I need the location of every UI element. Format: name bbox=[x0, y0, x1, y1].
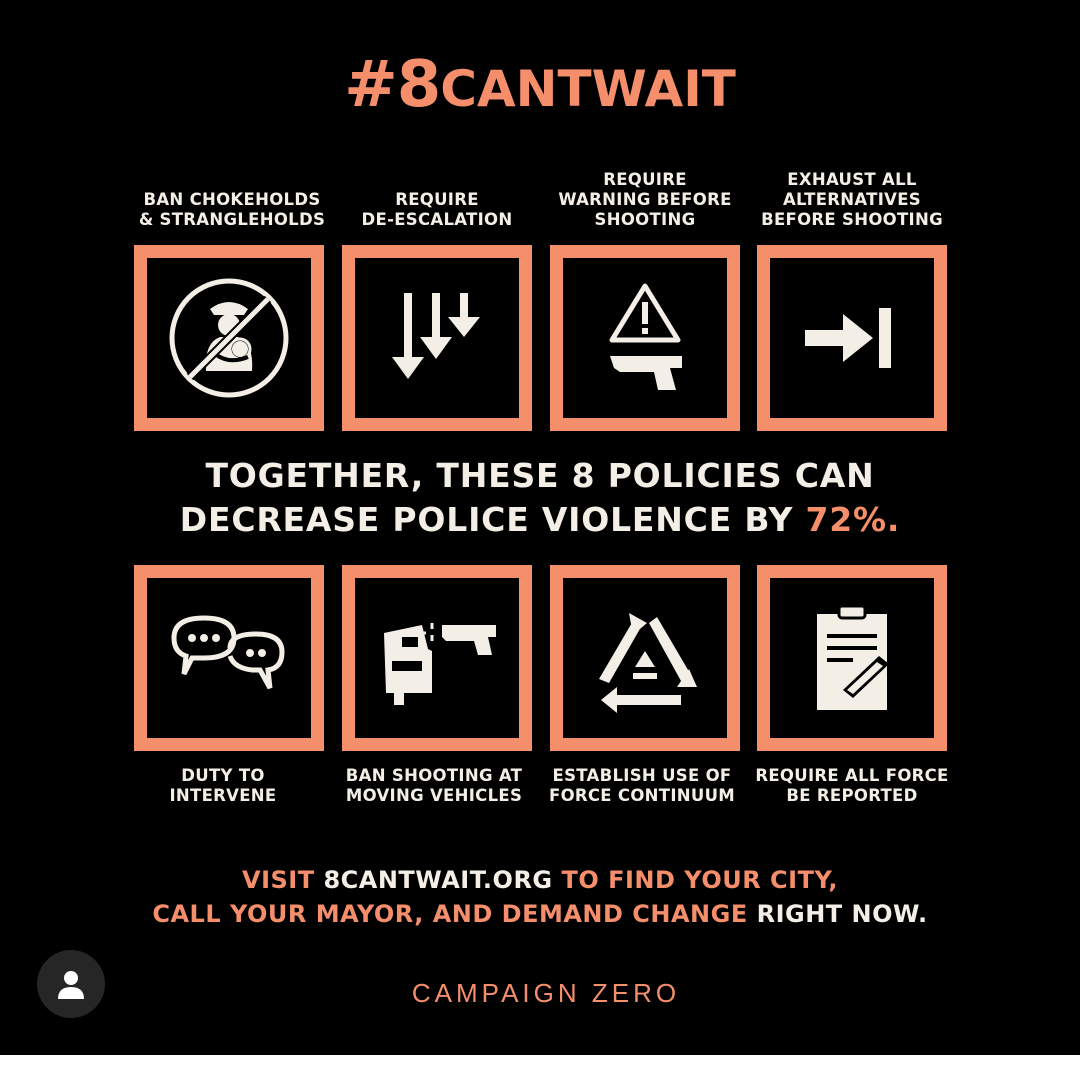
title-hash: #8 bbox=[344, 48, 441, 122]
policy-label-alternatives: EXHAUST ALL ALTERNATIVES BEFORE SHOOTING bbox=[761, 170, 943, 229]
cta-url: 8CANTWAIT.ORG bbox=[323, 866, 553, 894]
cta-line-2: CALL YOUR MAYOR, AND DEMAND CHANGE RIGHT… bbox=[0, 900, 1080, 928]
headline-line-1: TOGETHER, THESE 8 POLICIES CAN bbox=[205, 456, 875, 495]
car-gun-icon bbox=[384, 623, 496, 705]
arrow-to-bar-icon bbox=[805, 308, 891, 368]
policy-box-alternatives bbox=[757, 245, 947, 431]
cta-right-now: RIGHT NOW. bbox=[756, 900, 928, 928]
cta-visit: VISIT bbox=[242, 866, 324, 894]
policy-label-intervene: DUTY TO INTERVENE bbox=[169, 766, 277, 805]
policy-label-moving-vehicles: BAN SHOOTING AT MOVING VEHICLES bbox=[345, 766, 523, 805]
policy-box-intervene bbox=[134, 565, 324, 751]
headline-prefix: DECREASE POLICE VIOLENCE BY bbox=[179, 500, 806, 539]
policy-label-warning: REQUIRE WARNING BEFORE SHOOTING bbox=[558, 170, 732, 229]
policy-label-report: REQUIRE ALL FORCE BE REPORTED bbox=[755, 766, 949, 805]
cta-call-mayor: CALL YOUR MAYOR, AND DEMAND CHANGE bbox=[152, 900, 757, 928]
campaign-poster: #8CANTWAIT BAN CHOKEHOLDS & STRANGLEHOLD… bbox=[0, 0, 1080, 1055]
warning-gun-icon bbox=[609, 283, 682, 390]
cta-find-city: TO FIND YOUR CITY, bbox=[552, 866, 838, 894]
no-chokehold-icon bbox=[169, 278, 289, 398]
user-icon bbox=[58, 971, 84, 999]
triangle-arrows-icon bbox=[599, 613, 697, 713]
policy-label-chokeholds: BAN CHOKEHOLDS & STRANGLEHOLDS bbox=[138, 190, 326, 229]
policy-box-warning bbox=[550, 245, 740, 431]
policy-label-force-continuum: ESTABLISH USE OF FORCE CONTINUUM bbox=[549, 766, 735, 805]
policy-box-moving-vehicles bbox=[342, 565, 532, 751]
policy-box-report bbox=[757, 565, 947, 751]
footer-campaign-zero: CAMPAIGN ZERO bbox=[411, 978, 681, 1008]
title-rest: CANTWAIT bbox=[440, 60, 736, 118]
cta-line-1: VISIT 8CANTWAIT.ORG TO FIND YOUR CITY, bbox=[0, 866, 1080, 894]
clipboard-icon bbox=[817, 604, 889, 710]
avatar-button[interactable] bbox=[37, 950, 105, 1018]
policy-box-de-escalation bbox=[342, 245, 532, 431]
headline-value: 72%. bbox=[805, 500, 901, 539]
policy-label-de-escalation: REQUIRE DE-ESCALATION bbox=[361, 190, 513, 229]
down-arrows-icon bbox=[392, 293, 480, 379]
policy-box-chokeholds bbox=[134, 245, 324, 431]
policy-box-force-continuum bbox=[550, 565, 740, 751]
headline-line-2: DECREASE POLICE VIOLENCE BY 72%. bbox=[0, 500, 1080, 539]
poster-title: #8CANTWAIT bbox=[0, 48, 1080, 122]
speech-bubbles-icon bbox=[171, 615, 285, 690]
